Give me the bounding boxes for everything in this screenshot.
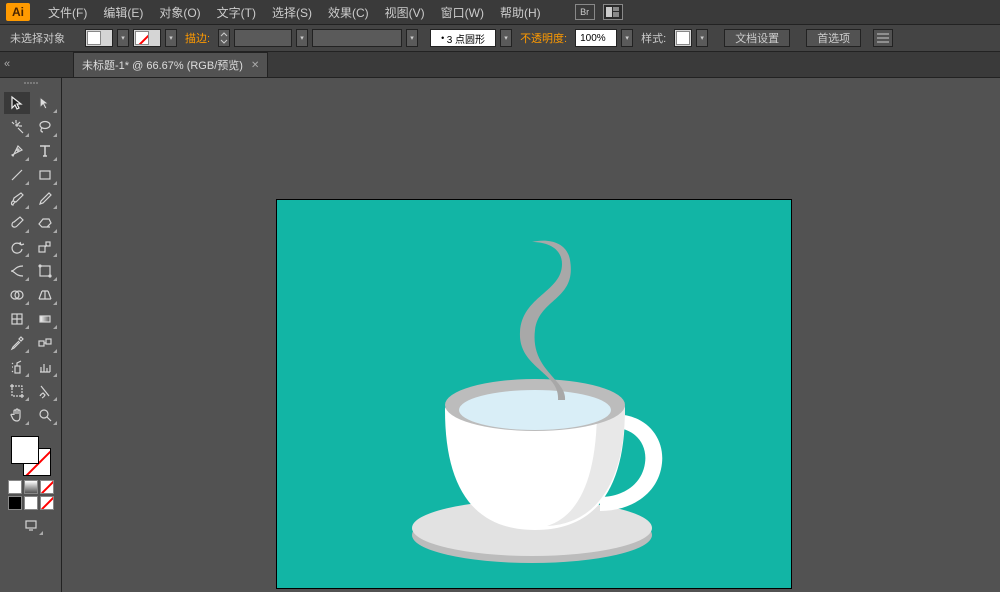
canvas-area[interactable] xyxy=(62,78,1000,592)
rotate-tool[interactable] xyxy=(4,236,30,258)
stroke-weight-dropdown[interactable]: ▾ xyxy=(296,29,308,47)
brush-definition[interactable]: • 3 点圆形 xyxy=(430,29,496,47)
color-mode-row xyxy=(8,480,54,494)
lasso-tool[interactable] xyxy=(32,116,58,138)
menu-select[interactable]: 选择(S) xyxy=(264,1,320,24)
menu-effect[interactable]: 效果(C) xyxy=(320,1,377,24)
opacity-field[interactable]: 100% xyxy=(575,29,617,47)
color-mode-solid[interactable] xyxy=(8,480,22,494)
style-label: 样式: xyxy=(637,30,670,46)
fill-stroke-swatch[interactable] xyxy=(9,434,53,478)
menu-window[interactable]: 窗口(W) xyxy=(433,1,492,24)
menu-type[interactable]: 文字(T) xyxy=(209,1,264,24)
menu-edit[interactable]: 编辑(E) xyxy=(95,1,151,24)
panel-collapse-icon[interactable]: « xyxy=(4,58,10,70)
artwork-coffee-cup xyxy=(277,200,792,589)
toolbox-grip[interactable] xyxy=(11,82,51,88)
eyedropper-tool[interactable] xyxy=(4,332,30,354)
fill-color-swatch[interactable] xyxy=(11,436,39,464)
app-logo: Ai xyxy=(6,3,30,21)
document-tab-title: 未标题-1* @ 66.67% (RGB/预览) xyxy=(82,57,243,73)
perspective-tool[interactable] xyxy=(32,284,58,306)
free-transform-tool[interactable] xyxy=(32,260,58,282)
draw-normal[interactable] xyxy=(8,496,22,510)
menu-bar: Ai 文件(F) 编辑(E) 对象(O) 文字(T) 选择(S) 效果(C) 视… xyxy=(0,0,1000,24)
draw-behind[interactable] xyxy=(24,496,38,510)
variable-width-dropdown[interactable]: ▾ xyxy=(406,29,418,47)
rectangle-tool[interactable] xyxy=(32,164,58,186)
zoom-tool[interactable] xyxy=(32,404,58,426)
screen-mode-tool[interactable] xyxy=(18,514,44,536)
scale-tool[interactable] xyxy=(32,236,58,258)
color-mode-gradient[interactable] xyxy=(24,480,38,494)
stroke-dropdown[interactable]: ▾ xyxy=(165,29,177,47)
paintbrush-tool[interactable] xyxy=(4,188,30,210)
menu-object[interactable]: 对象(O) xyxy=(151,1,208,24)
arrange-docs-icon[interactable] xyxy=(603,4,623,20)
blob-brush-tool[interactable] xyxy=(4,212,30,234)
fill-dropdown[interactable]: ▾ xyxy=(117,29,129,47)
blend-tool[interactable] xyxy=(32,332,58,354)
slice-tool[interactable] xyxy=(32,380,58,402)
opacity-label: 不透明度: xyxy=(516,30,571,46)
width-tool[interactable] xyxy=(4,260,30,282)
brush-dropdown[interactable]: ▾ xyxy=(500,29,512,47)
eraser-tool[interactable] xyxy=(32,212,58,234)
line-tool[interactable] xyxy=(4,164,30,186)
close-icon[interactable]: ✕ xyxy=(251,60,259,71)
style-swatch[interactable] xyxy=(674,29,692,47)
style-dropdown[interactable]: ▾ xyxy=(696,29,708,47)
stroke-label: 描边: xyxy=(181,30,214,46)
screen-mode-row xyxy=(8,496,54,510)
menu-view[interactable]: 视图(V) xyxy=(377,1,433,24)
toolbox xyxy=(0,78,62,592)
pencil-tool[interactable] xyxy=(32,188,58,210)
panel-menu-icon[interactable] xyxy=(873,29,893,47)
opacity-dropdown[interactable]: ▾ xyxy=(621,29,633,47)
hand-tool[interactable] xyxy=(4,404,30,426)
direct-selection-tool[interactable] xyxy=(32,92,58,114)
shape-builder-tool[interactable] xyxy=(4,284,30,306)
draw-inside[interactable] xyxy=(40,496,54,510)
selection-tool[interactable] xyxy=(4,92,30,114)
mesh-tool[interactable] xyxy=(4,308,30,330)
preferences-button[interactable]: 首选项 xyxy=(806,29,861,47)
artboard-tool[interactable] xyxy=(4,380,30,402)
symbol-sprayer-tool[interactable] xyxy=(4,356,30,378)
variable-width-profile[interactable] xyxy=(312,29,402,47)
gradient-tool[interactable] xyxy=(32,308,58,330)
color-mode-none[interactable] xyxy=(40,480,54,494)
artboard[interactable] xyxy=(276,199,792,589)
options-bar: 未选择对象 ▾ ▾ 描边: ▾ ▾ • 3 点圆形 ▾ 不透明度: 100% ▾… xyxy=(0,24,1000,52)
selection-status: 未选择对象 xyxy=(6,30,69,46)
graph-tool[interactable] xyxy=(32,356,58,378)
magic-wand-tool[interactable] xyxy=(4,116,30,138)
stroke-swatch[interactable] xyxy=(133,29,161,47)
pen-tool[interactable] xyxy=(4,140,30,162)
stroke-weight-stepper[interactable] xyxy=(218,29,230,47)
menu-file[interactable]: 文件(F) xyxy=(40,1,95,24)
fill-swatch[interactable] xyxy=(85,29,113,47)
bridge-icon[interactable]: Br xyxy=(575,4,595,20)
menu-help[interactable]: 帮助(H) xyxy=(492,1,549,24)
document-tab[interactable]: 未标题-1* @ 66.67% (RGB/预览) ✕ xyxy=(73,52,268,77)
document-setup-button[interactable]: 文档设置 xyxy=(724,29,790,47)
type-tool[interactable] xyxy=(32,140,58,162)
document-tab-bar: 未标题-1* @ 66.67% (RGB/预览) ✕ xyxy=(0,52,1000,78)
stroke-weight-field[interactable] xyxy=(234,29,292,47)
